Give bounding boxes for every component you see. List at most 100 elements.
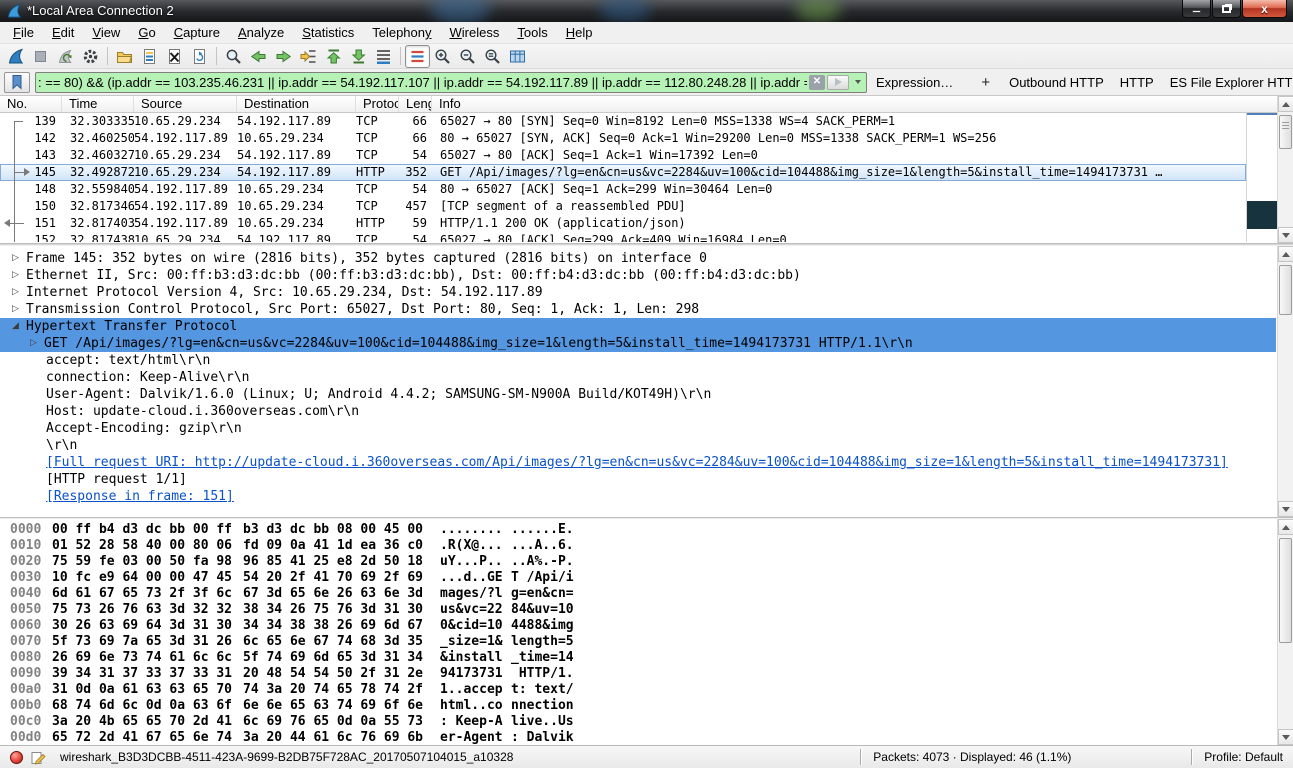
hex-row-00d0[interactable]: 00d065 72 2d 41 67 65 6e 743a 20 44 61 6… <box>0 730 1276 745</box>
colorize-button[interactable] <box>405 45 430 68</box>
profile-status[interactable]: Profile: Default <box>1192 750 1293 764</box>
column-header-info[interactable]: Info <box>432 96 1293 112</box>
stop-capture-button[interactable] <box>28 45 53 68</box>
go-to-packet-button[interactable] <box>296 45 321 68</box>
hex-row-0070[interactable]: 00705f 73 69 7a 65 3d 31 266c 65 6e 67 7… <box>0 634 1276 650</box>
scroll-down-button[interactable] <box>1278 729 1293 745</box>
column-header-source[interactable]: Source <box>134 96 237 112</box>
column-header-time[interactable]: Time <box>62 96 134 112</box>
restore-button[interactable] <box>1212 0 1241 18</box>
expander-collapsed-icon[interactable]: ▷ <box>12 284 19 301</box>
expert-info-button[interactable] <box>10 751 23 764</box>
menu-go[interactable]: Go <box>129 23 164 42</box>
hex-row-0020[interactable]: 002075 59 fe 03 00 50 fa 9896 85 41 25 e… <box>0 554 1276 570</box>
go-last-button[interactable] <box>346 45 371 68</box>
detail-line[interactable]: \r\n <box>0 437 1276 454</box>
detail-line[interactable]: [Response in frame: 151] <box>0 488 1276 505</box>
packet-row-148[interactable]: 14832.55984054.192.117.8910.65.29.234TCP… <box>0 181 1246 198</box>
column-header-protocol[interactable]: Protocol <box>356 96 399 112</box>
filter-apply-button[interactable] <box>827 75 849 90</box>
hex-row-00b0[interactable]: 00b068 74 6d 6c 0d 0a 63 6f6e 6e 65 63 7… <box>0 698 1276 714</box>
save-file-button[interactable] <box>137 45 162 68</box>
menu-file[interactable]: File <box>4 23 43 42</box>
details-scrollbar[interactable] <box>1277 246 1293 517</box>
detail-line[interactable]: Host: update-cloud.i.360overseas.com\r\n <box>0 403 1276 420</box>
hex-row-0010[interactable]: 001001 52 28 58 40 00 80 06fd 09 0a 41 1… <box>0 538 1276 554</box>
detail-link[interactable]: [Response in frame: 151] <box>46 488 234 505</box>
expander-collapsed-icon[interactable]: ▷ <box>12 301 19 318</box>
bytes-scrollbar[interactable] <box>1277 519 1293 745</box>
menu-tools[interactable]: Tools <box>508 23 556 42</box>
expander-collapsed-icon[interactable]: ▷ <box>30 335 37 352</box>
detail-line[interactable]: accept: text/html\r\n <box>0 352 1276 369</box>
hex-row-00c0[interactable]: 00c03a 20 4b 65 65 70 2d 416c 69 76 65 0… <box>0 714 1276 730</box>
expander-collapsed-icon[interactable]: ▷ <box>12 267 19 284</box>
scroll-down-button[interactable] <box>1278 501 1293 517</box>
detail-line[interactable]: [HTTP request 1/1] <box>0 471 1276 488</box>
hex-row-0040[interactable]: 00406d 61 67 65 73 2f 3f 6c67 3d 65 6e 2… <box>0 586 1276 602</box>
zoom-out-button[interactable] <box>455 45 480 68</box>
menu-capture[interactable]: Capture <box>165 23 229 42</box>
hex-row-00a0[interactable]: 00a031 0d 0a 61 63 63 65 7074 3a 20 74 6… <box>0 682 1276 698</box>
packet-row-151[interactable]: 15132.81740354.192.117.8910.65.29.234HTT… <box>0 215 1246 232</box>
column-header-no[interactable]: No. <box>0 96 62 112</box>
filter-shortcut-http[interactable]: HTTP <box>1120 75 1154 90</box>
detail-line[interactable]: Accept-Encoding: gzip\r\n <box>0 420 1276 437</box>
filter-bookmark-button[interactable] <box>4 72 30 93</box>
menu-help[interactable]: Help <box>557 23 602 42</box>
detail-line[interactable]: [Full request URI: http://update-cloud.i… <box>0 454 1276 471</box>
detail-line[interactable]: ◢Hypertext Transfer Protocol <box>0 318 1276 335</box>
expander-collapsed-icon[interactable]: ▷ <box>12 250 19 267</box>
menu-telephony[interactable]: Telephony <box>363 23 440 42</box>
column-header-length[interactable]: Length <box>399 96 432 112</box>
filter-shortcut-outbound-http[interactable]: Outbound HTTP <box>1009 75 1104 90</box>
hex-row-0060[interactable]: 006030 26 63 69 64 3d 31 3034 34 38 38 2… <box>0 618 1276 634</box>
zoom-in-button[interactable] <box>430 45 455 68</box>
capture-options-button[interactable] <box>78 45 103 68</box>
zoom-original-button[interactable] <box>480 45 505 68</box>
go-first-button[interactable] <box>321 45 346 68</box>
start-capture-button[interactable] <box>3 45 28 68</box>
scroll-up-button[interactable] <box>1278 519 1293 535</box>
detail-link[interactable]: [Full request URI: http://update-cloud.i… <box>46 454 1228 471</box>
intelligent-scrollbar-minimap[interactable] <box>1246 113 1277 242</box>
capture-file-name[interactable]: wireshark_B3D3DCBB-4511-423A-9699-B2DB75… <box>60 750 513 764</box>
close-file-button[interactable] <box>162 45 187 68</box>
packet-row-152[interactable]: 15232.81743810.65.29.23454.192.117.89TCP… <box>0 232 1246 242</box>
packet-list-scrollbar[interactable] <box>1277 96 1293 243</box>
filter-shortcut-es-file-explorer-http[interactable]: ES File Explorer HTTP <box>1170 75 1293 90</box>
packet-row-142[interactable]: 14232.46025054.192.117.8910.65.29.234TCP… <box>0 130 1246 147</box>
packet-row-139[interactable]: 13932.30333510.65.29.23454.192.117.89TCP… <box>0 113 1246 130</box>
scrollbar-thumb[interactable] <box>1279 115 1292 149</box>
minimize-button[interactable] <box>1182 0 1211 18</box>
detail-line[interactable]: ▷Internet Protocol Version 4, Src: 10.65… <box>0 284 1276 301</box>
detail-line[interactable]: User-Agent: Dalvik/1.6.0 (Linux; U; Andr… <box>0 386 1276 403</box>
add-filter-button[interactable]: + <box>975 74 996 91</box>
go-forward-button[interactable] <box>271 45 296 68</box>
packet-row-145[interactable]: 14532.49287210.65.29.23454.192.117.89HTT… <box>0 164 1246 181</box>
hex-row-0090[interactable]: 009039 34 31 37 33 37 33 3120 48 54 54 5… <box>0 666 1276 682</box>
menu-statistics[interactable]: Statistics <box>293 23 363 42</box>
reload-file-button[interactable] <box>187 45 212 68</box>
restart-capture-button[interactable] <box>53 45 78 68</box>
menu-analyze[interactable]: Analyze <box>229 23 293 42</box>
detail-line[interactable]: ▷GET /Api/images/?lg=en&cn=us&vc=2284&uv… <box>0 335 1276 352</box>
scroll-up-button[interactable] <box>1278 96 1293 112</box>
hex-row-0050[interactable]: 005075 73 26 76 63 3d 32 3238 34 26 75 7… <box>0 602 1276 618</box>
hex-row-0000[interactable]: 000000 ff b4 d3 dc bb 00 ffb3 d3 dc bb 0… <box>0 522 1276 538</box>
packet-row-143[interactable]: 14332.46032710.65.29.23454.192.117.89TCP… <box>0 147 1246 164</box>
resize-columns-button[interactable] <box>505 45 530 68</box>
hex-row-0030[interactable]: 003010 fc e9 64 00 00 47 4554 20 2f 41 7… <box>0 570 1276 586</box>
capture-comment-button[interactable] <box>31 750 46 765</box>
detail-line[interactable]: ▷Ethernet II, Src: 00:ff:b3:d3:dc:bb (00… <box>0 267 1276 284</box>
detail-line[interactable]: ▷Frame 145: 352 bytes on wire (2816 bits… <box>0 250 1276 267</box>
display-filter-input[interactable] <box>38 74 807 91</box>
open-file-button[interactable] <box>112 45 137 68</box>
menu-wireless[interactable]: Wireless <box>441 23 509 42</box>
menu-view[interactable]: View <box>83 23 129 42</box>
scrollbar-thumb[interactable] <box>1279 538 1292 643</box>
column-header-destination[interactable]: Destination <box>237 96 356 112</box>
filter-clear-button[interactable]: ✕ <box>809 75 825 90</box>
hex-row-0080[interactable]: 008026 69 6e 73 74 61 6c 6c5f 74 69 6d 6… <box>0 650 1276 666</box>
menu-edit[interactable]: Edit <box>43 23 83 42</box>
